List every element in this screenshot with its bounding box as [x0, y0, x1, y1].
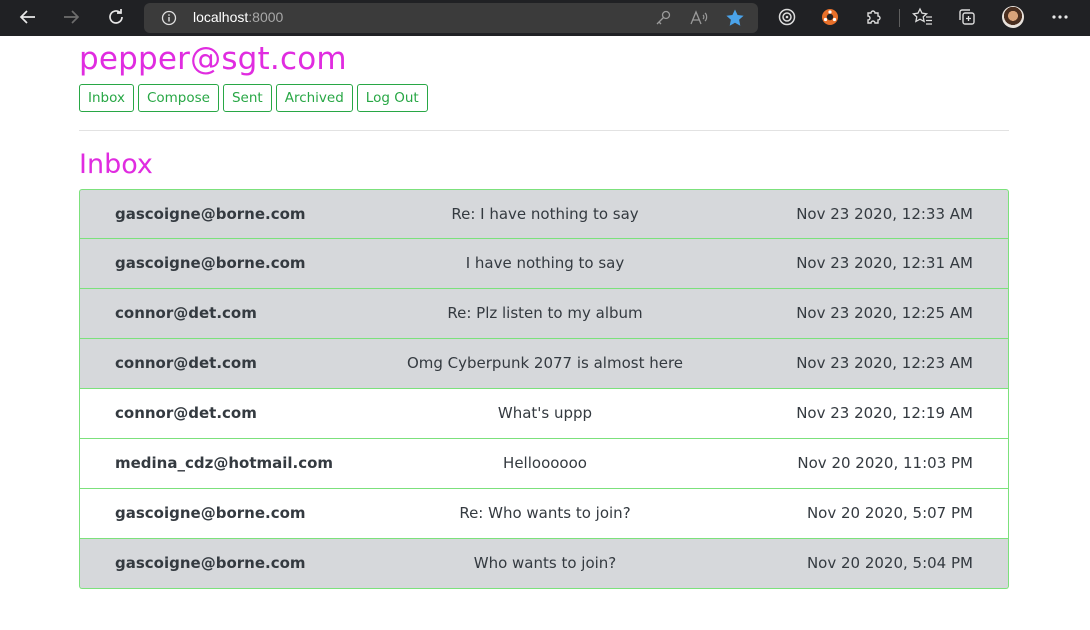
email-sender: connor@det.com	[115, 304, 257, 322]
email-timestamp: Nov 23 2020, 12:31 AM	[796, 254, 973, 272]
email-timestamp: Nov 20 2020, 5:04 PM	[806, 554, 973, 572]
favorites-icon[interactable]	[909, 3, 937, 31]
email-row[interactable]: gascoigne@borne.com Re: Who wants to join…	[79, 489, 1009, 539]
logout-button[interactable]: Log Out	[356, 84, 428, 112]
email-timestamp: Nov 20 2020, 5:07 PM	[806, 504, 973, 522]
email-list: gascoigne@borne.com Re: I have nothing to…	[79, 189, 1009, 589]
compose-button[interactable]: Compose	[137, 84, 219, 112]
email-sender: connor@det.com	[115, 354, 257, 372]
toolbar-divider	[899, 9, 900, 27]
email-subject: Who wants to join?	[473, 554, 617, 572]
email-sender: gascoigne@borne.com	[115, 254, 306, 272]
key-icon[interactable]	[653, 8, 673, 28]
url-port: :8000	[248, 9, 284, 25]
email-row[interactable]: connor@det.com Re: Plz listen to my album…	[79, 289, 1009, 339]
email-subject: Re: I have nothing to say	[451, 205, 639, 223]
collections-icon[interactable]	[953, 3, 981, 31]
email-timestamp: Nov 23 2020, 12:19 AM	[796, 404, 973, 422]
email-row[interactable]: medina_cdz@hotmail.com Helloooooo Nov 20 2…	[79, 439, 1009, 489]
tracking-icon[interactable]	[773, 3, 801, 31]
email-timestamp: Nov 23 2020, 12:25 AM	[796, 304, 973, 322]
mailbox-title: Inbox	[79, 149, 153, 180]
email-timestamp: Nov 23 2020, 12:33 AM	[796, 205, 973, 223]
email-row[interactable]: gascoigne@borne.com Who wants to join? Nov…	[79, 539, 1009, 589]
forward-arrow-icon[interactable]	[57, 3, 85, 31]
mail-nav: Inbox Compose Sent Archived Log Out	[79, 84, 432, 112]
reload-icon[interactable]	[102, 3, 130, 31]
sent-button[interactable]: Sent	[222, 84, 272, 112]
email-sender: gascoigne@borne.com	[115, 205, 306, 223]
email-subject: Re: Who wants to join?	[459, 504, 631, 522]
email-sender: gascoigne@borne.com	[115, 554, 306, 572]
read-aloud-icon[interactable]	[689, 8, 709, 28]
email-sender: connor@det.com	[115, 404, 257, 422]
header-divider	[79, 130, 1009, 131]
email-subject: Helloooooo	[503, 454, 587, 472]
email-subject: Omg Cyberpunk 2077 is almost here	[406, 354, 684, 372]
favorite-star-icon[interactable]	[725, 8, 745, 28]
profile-avatar[interactable]	[1002, 6, 1024, 28]
email-timestamp: Nov 23 2020, 12:23 AM	[796, 354, 973, 372]
url-host: localhost	[193, 9, 249, 25]
email-subject: What's uppp	[497, 404, 593, 422]
email-row[interactable]: connor@det.com What's uppp Nov 23 2020, 12…	[79, 389, 1009, 439]
more-menu-icon[interactable]	[1046, 3, 1074, 31]
email-timestamp: Nov 20 2020, 11:03 PM	[797, 454, 973, 472]
email-subject: I have nothing to say	[465, 254, 625, 272]
email-sender: gascoigne@borne.com	[115, 504, 306, 522]
email-subject: Re: Plz listen to my album	[447, 304, 643, 322]
inbox-button[interactable]: Inbox	[79, 84, 134, 112]
email-row[interactable]: gascoigne@borne.com I have nothing to say…	[79, 239, 1009, 289]
email-sender: medina_cdz@hotmail.com	[115, 454, 334, 472]
email-row[interactable]: gascoigne@borne.com Re: I have nothing to…	[79, 189, 1009, 239]
back-arrow-icon[interactable]	[14, 3, 42, 31]
url-text: localhost:8000	[193, 9, 283, 25]
browser-toolbar: localhost:8000	[0, 0, 1090, 36]
user-email-heading: pepper@sgt.com	[79, 41, 347, 77]
extensions-puzzle-icon[interactable]	[860, 3, 888, 31]
address-bar[interactable]: localhost:8000	[144, 3, 758, 33]
archived-button[interactable]: Archived	[275, 84, 353, 112]
extension-orange-icon[interactable]	[816, 3, 844, 31]
site-info-icon[interactable]	[161, 10, 177, 26]
email-row[interactable]: connor@det.com Omg Cyberpunk 2077 is almo…	[79, 339, 1009, 389]
